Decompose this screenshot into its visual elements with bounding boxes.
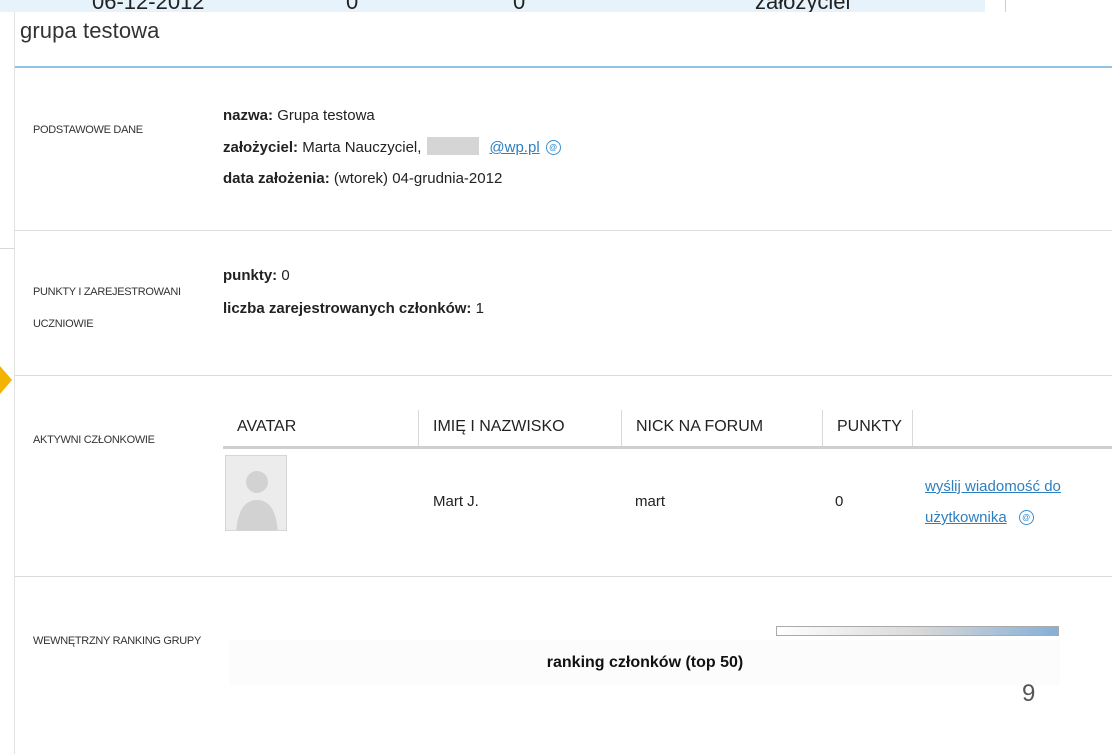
pointer-arrow-icon (0, 366, 12, 394)
group-name-line: nazwa: Grupa testowa (223, 107, 375, 124)
member-points: 0 (835, 493, 844, 510)
title-divider (15, 66, 1112, 68)
members-table-header: AVATAR IMIĘ I NAZWISKO NICK NA FORUM PUN… (223, 410, 1112, 449)
mail-at-icon[interactable]: @ (1018, 510, 1034, 525)
background-divider (0, 248, 14, 249)
background-table-row: 06-12-2012 0 0 założyciel (0, 0, 985, 12)
group-details-popup: grupa testowa PODSTAWOWE DANE nazwa: Gru… (14, 12, 1112, 754)
section-divider (15, 230, 1112, 231)
bg-row-col3: 0 (513, 0, 525, 12)
section-label-members: AKTYWNI CZŁONKOWIE (33, 434, 155, 446)
send-message-link[interactable]: wyślij wiadomość do użytkownika @ (925, 471, 1061, 533)
members-table: AVATAR IMIĘ I NAZWISKO NICK NA FORUM PUN… (223, 410, 1112, 531)
section-label-basic: PODSTAWOWE DANE (33, 124, 143, 136)
avatar (225, 455, 287, 531)
column-separator (912, 410, 913, 446)
bg-row-col2: 0 (346, 0, 358, 12)
mail-at-icon[interactable]: @ (545, 140, 561, 155)
redacted-email-block (427, 137, 480, 155)
points-value: 0 (281, 267, 290, 284)
column-header-avatar: AVATAR (237, 418, 297, 435)
member-nick: mart (635, 493, 665, 510)
members-count-line: liczba zarejestrowanych członków: 1 (223, 300, 484, 317)
bg-row-role: założyciel (755, 0, 850, 12)
founder-key: założyciel: (223, 139, 299, 156)
members-count-value: 1 (475, 300, 484, 317)
group-name-value: Grupa testowa (277, 107, 375, 124)
founder-line: założyciel: Marta Nauczyciel, @wp.pl @ (223, 137, 561, 156)
creation-date-key: data założenia: (223, 170, 330, 187)
table-row: Mart J. mart 0 wyślij wiadomość do użytk… (223, 449, 1112, 531)
member-name: Mart J. (433, 493, 479, 510)
founder-value: Marta Nauczyciel, (302, 139, 422, 156)
points-line: punkty: 0 (223, 267, 290, 284)
column-header-points: PUNKTY (837, 418, 902, 435)
section-label-points: PUNKTY I ZAREJESTROWANI UCZNIOWIE (33, 276, 203, 340)
send-message-link-line2[interactable]: użytkownika @ (925, 502, 1061, 533)
section-label-ranking: WEWNĘTRZNY RANKING GRUPY (33, 635, 201, 647)
section-label-points-line1: PUNKTY I ZAREJESTROWANI (33, 286, 181, 298)
creation-date-line: data założenia: (wtorek) 04-grudnia-2012 (223, 170, 502, 187)
founder-email-link[interactable]: @wp.pl (489, 139, 539, 156)
slide-number: 9 (1022, 680, 1036, 707)
popup-title: grupa testowa (20, 18, 160, 43)
ranking-title: ranking członków (top 50) (546, 654, 744, 671)
section-label-points-line2: UCZNIOWIE (33, 318, 94, 330)
points-key: punkty: (223, 267, 278, 284)
section-divider (15, 576, 1112, 577)
group-name-key: nazwa: (223, 107, 274, 124)
send-message-link-line1[interactable]: wyślij wiadomość do (925, 471, 1061, 502)
column-header-name: IMIĘ I NAZWISKO (433, 418, 565, 435)
background-divider (1005, 0, 1006, 12)
default-avatar-silhouette-icon (236, 471, 278, 530)
section-divider (15, 375, 1112, 376)
column-header-nick: NICK NA FORUM (636, 418, 764, 435)
creation-date-value: (wtorek) 04-grudnia-2012 (333, 170, 503, 187)
ranking-panel: ranking członków (top 50) (230, 640, 1060, 686)
members-count-key: liczba zarejestrowanych członków: (223, 300, 472, 317)
send-message-link-line2-text[interactable]: użytkownika (925, 509, 1007, 526)
bg-row-date: 06-12-2012 (92, 0, 205, 12)
ranking-gradient-bar (776, 626, 1059, 636)
